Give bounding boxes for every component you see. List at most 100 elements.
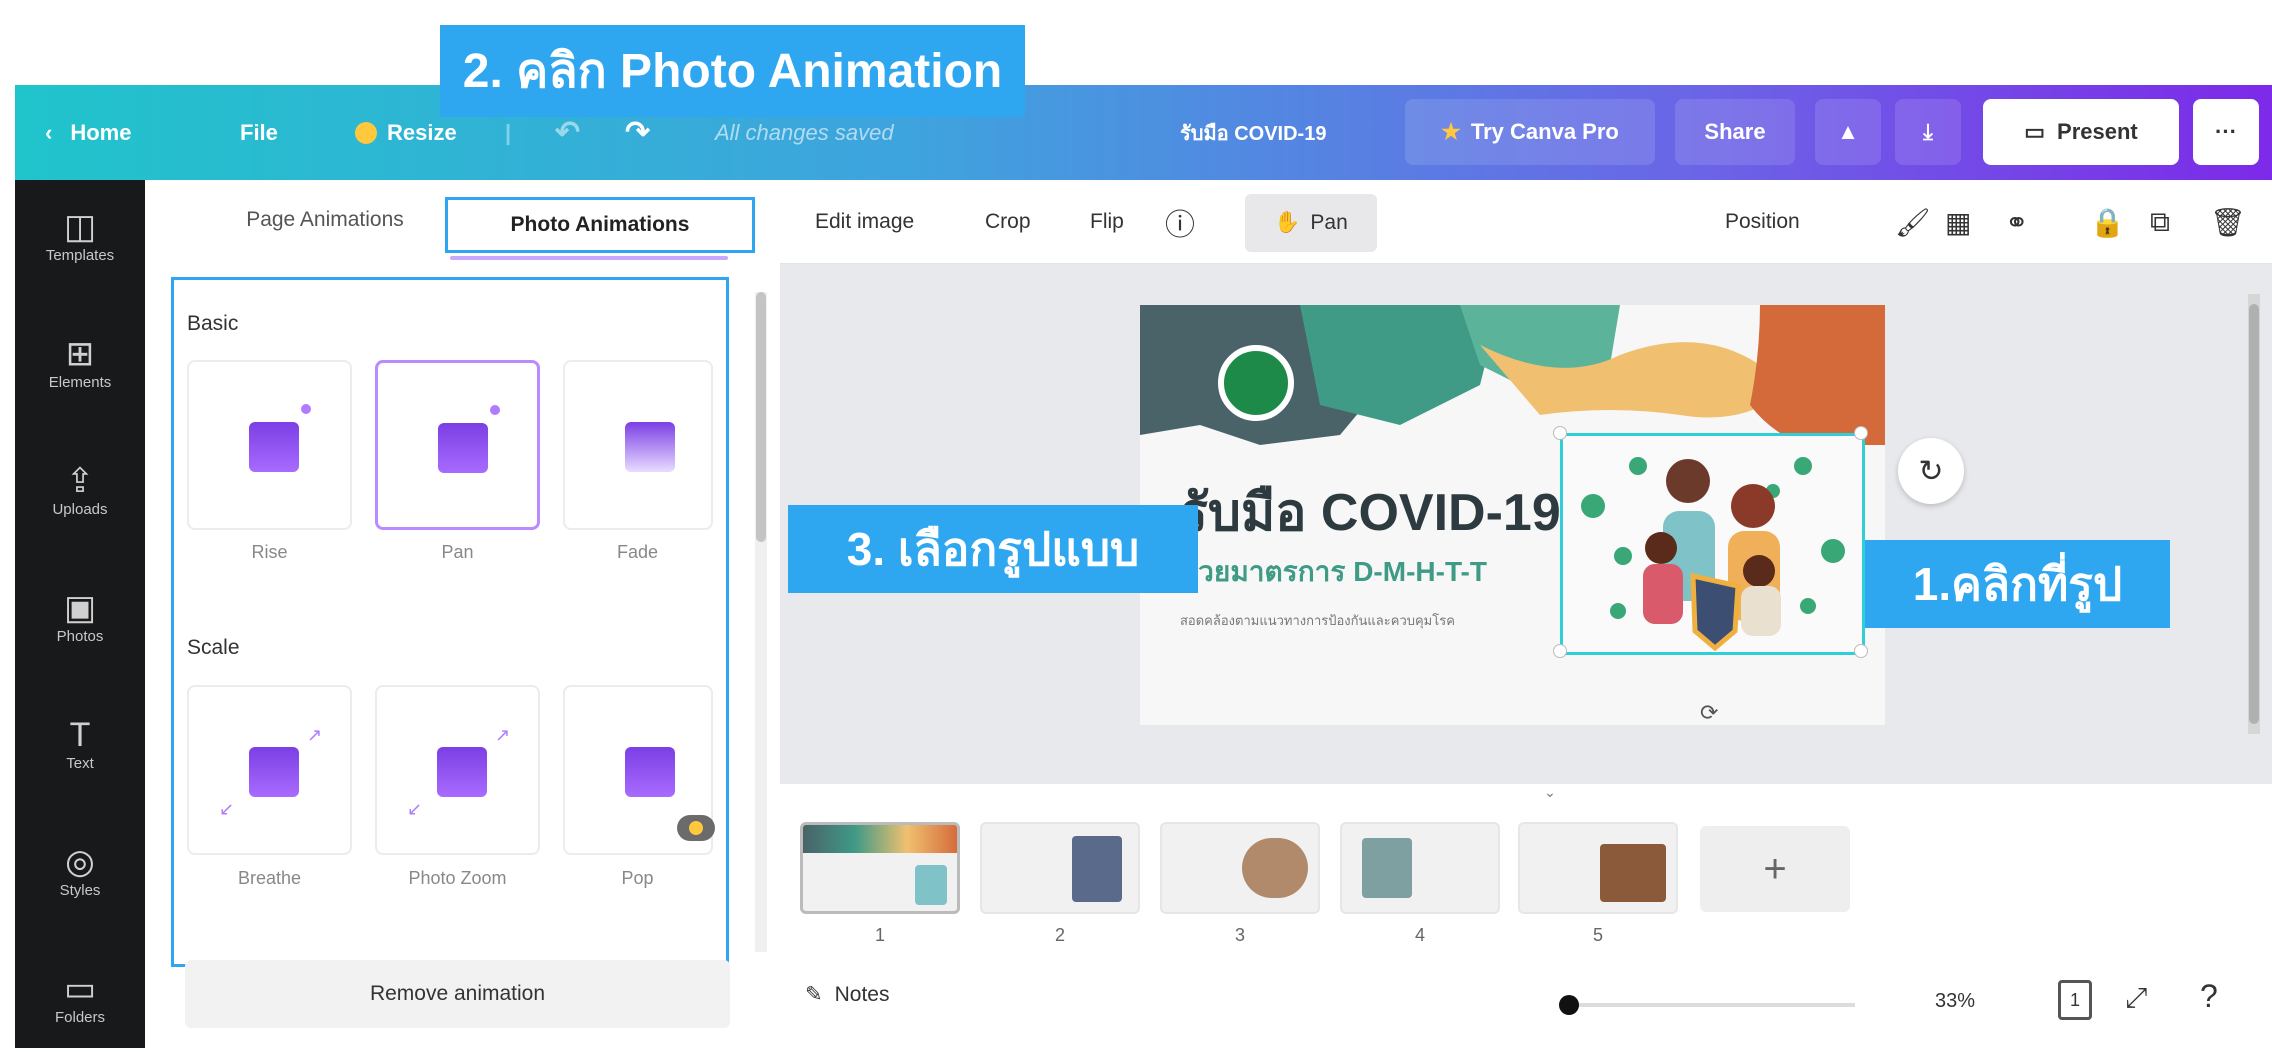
top-bar: ‹ Home File Resize | ↶ ↷ All changes sav… bbox=[15, 85, 2272, 180]
present-icon: ▭ bbox=[2024, 119, 2046, 144]
insights-icon[interactable]: ▲ bbox=[1815, 99, 1881, 165]
rail-templates[interactable]: ◫ Templates bbox=[15, 180, 145, 290]
crop-button[interactable]: Crop bbox=[985, 180, 1031, 264]
section-basic: Basic bbox=[187, 312, 239, 335]
design-title[interactable]: รับมือ COVID-19 bbox=[1180, 85, 1326, 180]
fullscreen-icon[interactable]: ⤢ bbox=[2125, 982, 2147, 1015]
rail-photos[interactable]: ▣ Photos bbox=[15, 561, 145, 671]
tab-photo-animations[interactable]: Photo Animations bbox=[445, 197, 755, 253]
anim-label: Breathe bbox=[237, 868, 302, 888]
more-button[interactable]: ··· bbox=[2193, 99, 2259, 165]
notes-button[interactable]: ✎ Notes bbox=[805, 982, 889, 1007]
duplicate-icon[interactable]: ⧉ bbox=[2150, 180, 2170, 264]
page-thumbnail[interactable] bbox=[1340, 822, 1500, 914]
anim-pan[interactable] bbox=[375, 360, 540, 530]
anim-rise[interactable] bbox=[187, 360, 352, 530]
collapse-chevron-icon[interactable]: ⌄ bbox=[1520, 784, 1580, 808]
anim-label: Rise bbox=[251, 542, 288, 562]
page-count-button[interactable]: 1 bbox=[2058, 980, 2092, 1020]
slide-body[interactable]: สอดคล้องตามแนวทางการป้องกันและควบคุมโรค bbox=[1180, 610, 1455, 631]
image-icon bbox=[438, 423, 488, 473]
refresh-icon[interactable]: ↻ bbox=[1898, 438, 1964, 504]
folder-icon: ▭ bbox=[63, 969, 97, 1008]
resize-handle[interactable] bbox=[1854, 644, 1868, 658]
image-toolbar: Edit image Crop Flip ⓘ ✋ Pan Position 🖌 … bbox=[780, 180, 2272, 264]
anim-label: Photo Zoom bbox=[408, 868, 507, 888]
page-number: 5 bbox=[1592, 925, 1603, 945]
try-pro-button[interactable]: ★ Try Canva Pro bbox=[1405, 99, 1655, 165]
resize-handle[interactable] bbox=[1553, 426, 1567, 440]
download-icon[interactable]: ⤓ bbox=[1895, 99, 1961, 165]
anim-label: Pop bbox=[621, 868, 654, 888]
crown-icon bbox=[355, 121, 377, 144]
expand-arrow-icon: ↙ bbox=[219, 799, 235, 819]
link-icon[interactable]: ⚭ bbox=[2005, 180, 2028, 264]
rail-folders[interactable]: ▭ Folders bbox=[15, 942, 145, 1052]
resize-handle[interactable] bbox=[1854, 426, 1868, 440]
transparency-icon[interactable]: ▦ bbox=[1945, 180, 1971, 264]
zoom-slider-thumb[interactable] bbox=[1559, 995, 1579, 1015]
pro-badge bbox=[677, 815, 715, 841]
anim-photo-zoom[interactable]: ↗ ↙ bbox=[375, 685, 540, 855]
page-thumbnail[interactable] bbox=[1518, 822, 1678, 914]
anim-breathe[interactable]: ↗ ↙ bbox=[187, 685, 352, 855]
remove-animation-button[interactable]: Remove animation bbox=[185, 960, 730, 1028]
anim-pop[interactable] bbox=[563, 685, 715, 855]
image-icon bbox=[249, 422, 299, 472]
try-pro-label: Try Canva Pro bbox=[1470, 119, 1619, 144]
help-icon[interactable]: ? bbox=[2200, 978, 2218, 1015]
rail-text[interactable]: T Text bbox=[15, 688, 145, 798]
page-thumbnail[interactable] bbox=[980, 822, 1140, 914]
side-rail: ◫ Templates ⊞ Elements ⇪ Uploads ▣ Photo… bbox=[15, 180, 145, 1048]
trash-icon[interactable]: 🗑 bbox=[2210, 180, 2246, 264]
edit-image-button[interactable]: Edit image bbox=[815, 180, 914, 264]
present-button[interactable]: ▭ Present bbox=[1983, 99, 2179, 165]
page-thumbnail[interactable] bbox=[800, 822, 960, 914]
canvas-scrollbar[interactable] bbox=[2248, 294, 2260, 734]
pan-button[interactable]: ✋ Pan bbox=[1245, 194, 1377, 252]
lock-icon[interactable]: 🔒 bbox=[2090, 180, 2125, 264]
resize-handle[interactable] bbox=[1553, 644, 1567, 658]
pan-label: Pan bbox=[1310, 211, 1348, 234]
thumb-figure bbox=[1600, 844, 1666, 902]
scrollbar-thumb[interactable] bbox=[756, 292, 766, 542]
add-page-button[interactable]: + bbox=[1700, 826, 1850, 912]
rail-elements[interactable]: ⊞ Elements bbox=[15, 307, 145, 417]
pan-icon: ✋ bbox=[1274, 211, 1301, 234]
page-number: 4 bbox=[1414, 925, 1425, 945]
slide-heading[interactable]: รับมือ COVID-19 bbox=[1180, 470, 1561, 553]
position-button[interactable]: Position bbox=[1725, 180, 1800, 264]
present-label: Present bbox=[2057, 119, 2138, 144]
page-number: 2 bbox=[1054, 925, 1065, 945]
uploads-icon: ⇪ bbox=[65, 461, 95, 500]
info-icon[interactable]: ⓘ bbox=[1165, 180, 1195, 264]
zoom-level[interactable]: 33% bbox=[1935, 990, 1975, 1013]
home-label: Home bbox=[70, 119, 132, 145]
home-button[interactable]: ‹ Home bbox=[45, 85, 131, 180]
rail-label: Folders bbox=[54, 1008, 106, 1026]
tab-page-animations[interactable]: Page Animations bbox=[205, 180, 445, 260]
zoom-slider[interactable] bbox=[1559, 995, 1855, 1015]
rotate-icon[interactable]: ⟳ bbox=[1700, 700, 1718, 726]
notes-icon: ✎ bbox=[805, 983, 823, 1006]
share-button[interactable]: Share bbox=[1675, 99, 1795, 165]
slide-subheading[interactable]: ด้วยมาตรการ D-M-H-T-T bbox=[1180, 550, 1487, 594]
panel-scrollbar[interactable] bbox=[755, 292, 767, 952]
scrollbar-thumb[interactable] bbox=[2249, 304, 2259, 724]
animation-panel: Page Animations Photo Animations Basic R… bbox=[145, 180, 780, 1048]
image-icon bbox=[437, 747, 487, 797]
anim-fade[interactable] bbox=[563, 360, 713, 530]
selected-image[interactable] bbox=[1553, 426, 1868, 658]
paint-roller-icon[interactable]: 🖌 bbox=[1895, 180, 1931, 264]
rail-styles[interactable]: ◎ Styles bbox=[15, 815, 145, 925]
image-icon bbox=[249, 747, 299, 797]
expand-arrow-icon: ↗ bbox=[495, 725, 511, 745]
rail-uploads[interactable]: ⇪ Uploads bbox=[15, 434, 145, 544]
notes-label: Notes bbox=[834, 982, 890, 1006]
file-menu[interactable]: File bbox=[240, 85, 278, 180]
page-thumbnail[interactable] bbox=[1160, 822, 1320, 914]
image-icon bbox=[625, 747, 675, 797]
flip-button[interactable]: Flip bbox=[1090, 180, 1124, 264]
rail-label: Templates bbox=[45, 246, 115, 264]
callout-step-3: 3. เลือกรูปแบบ bbox=[788, 505, 1198, 593]
